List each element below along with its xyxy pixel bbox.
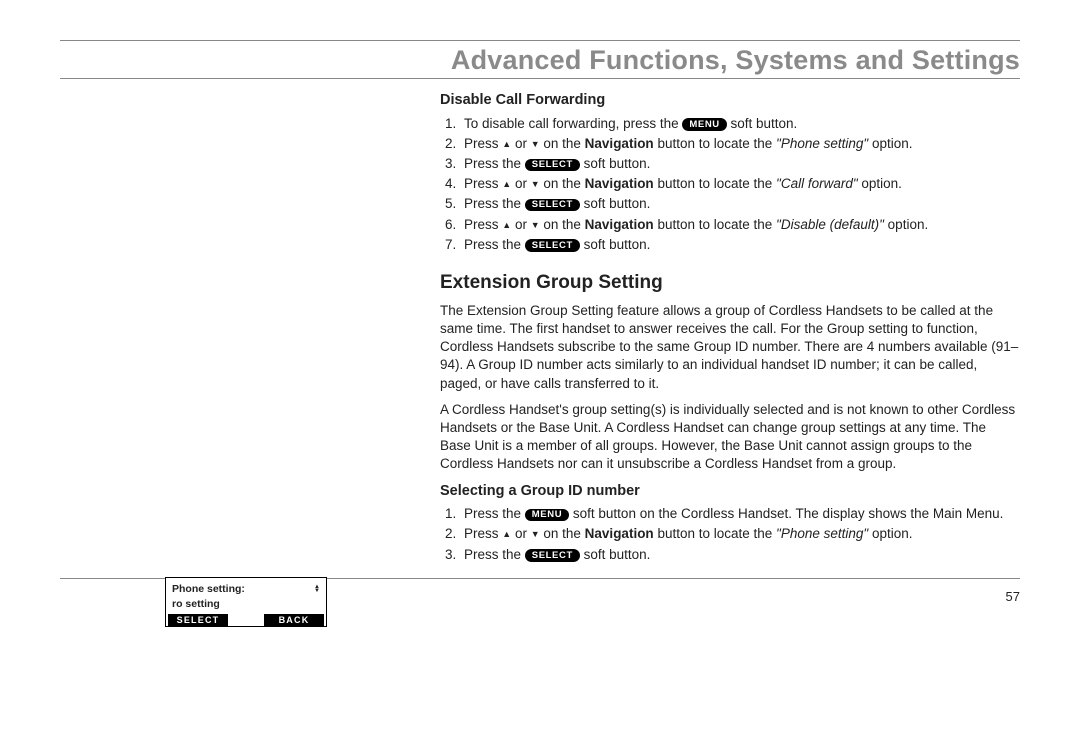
up-arrow-icon: ▲ [502,178,511,190]
step-item: Press the MENU soft button on the Cordle… [460,505,1020,523]
step-item: Press ▲ or ▼ on the Navigation button to… [460,216,1020,234]
select-button-icon: SELECT [525,199,580,212]
phone-display-line1: Phone setting: [172,583,245,595]
heading-extension-group-setting: Extension Group Setting [440,270,1020,296]
softkey-back: BACK [264,614,324,626]
softkey-select: SELECT [168,614,228,626]
menu-button-icon: MENU [525,509,569,522]
phone-display-widget: Phone setting: ▲▼ ro setting SELECT BACK [165,577,327,627]
select-button-icon: SELECT [525,239,580,252]
phone-display-softkeys: SELECT BACK [166,614,326,626]
page-header-title: Advanced Functions, Systems and Settings [60,45,1020,76]
updown-arrows-icon: ▲▼ [314,585,320,593]
step-item: Press ▲ or ▼ on the Navigation button to… [460,525,1020,543]
down-arrow-icon: ▼ [531,138,540,150]
manual-page: Advanced Functions, Systems and Settings… [60,40,1020,702]
down-arrow-icon: ▼ [531,178,540,190]
rule-top [60,40,1020,41]
paragraph: A Cordless Handset's group setting(s) is… [440,401,1020,474]
up-arrow-icon: ▲ [502,138,511,150]
steps-disable-call-forwarding: To disable call forwarding, press the ME… [440,115,1020,255]
heading-disable-call-forwarding: Disable Call Forwarding [440,91,1020,111]
step-item: Press the SELECT soft button. [460,236,1020,254]
content-columns: Phone setting: ▲▼ ro setting SELECT BACK… [60,87,1020,568]
phone-display-line2: ro setting [166,597,326,614]
down-arrow-icon: ▼ [531,219,540,231]
menu-button-icon: MENU [682,118,726,131]
select-button-icon: SELECT [525,549,580,562]
step-item: Press ▲ or ▼ on the Navigation button to… [460,135,1020,153]
up-arrow-icon: ▲ [502,528,511,540]
rule-bottom [60,78,1020,79]
right-column: Disable Call Forwarding To disable call … [440,87,1020,568]
softkey-gap [228,614,264,626]
up-arrow-icon: ▲ [502,219,511,231]
down-arrow-icon: ▼ [531,528,540,540]
phone-display-line1-row: Phone setting: ▲▼ [166,578,326,597]
step-item: Press the SELECT soft button. [460,546,1020,564]
step-item: Press ▲ or ▼ on the Navigation button to… [460,175,1020,193]
paragraph: The Extension Group Setting feature allo… [440,302,1020,393]
step-item: Press the SELECT soft button. [460,195,1020,213]
left-column: Phone setting: ▲▼ ro setting SELECT BACK [60,87,440,568]
steps-selecting-group-id: Press the MENU soft button on the Cordle… [440,505,1020,564]
step-item: Press the SELECT soft button. [460,155,1020,173]
heading-selecting-group-id: Selecting a Group ID number [440,482,1020,502]
select-button-icon: SELECT [525,159,580,172]
step-item: To disable call forwarding, press the ME… [460,115,1020,133]
